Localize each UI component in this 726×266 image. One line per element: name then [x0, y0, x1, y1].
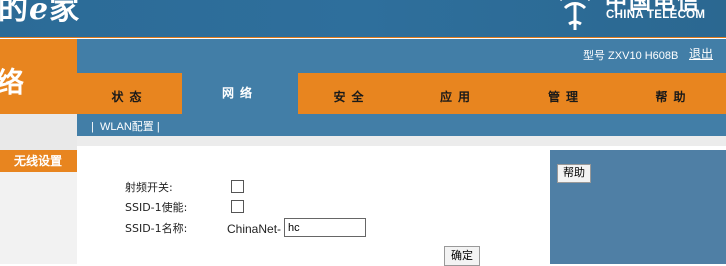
- info-bar: 型号 ZXV10 H608B 退出: [77, 39, 726, 69]
- sidebar-item-wireless-settings[interactable]: 无线设置: [0, 150, 77, 172]
- china-telecom-logo-icon: [560, 0, 590, 30]
- confirm-button[interactable]: 确定: [444, 246, 480, 266]
- ssid1-name-label: SSID-1名称:: [125, 222, 188, 235]
- tab-network[interactable]: 网络: [182, 69, 298, 114]
- tab-help[interactable]: 帮助: [621, 73, 726, 114]
- subnav-item-wlan-config[interactable]: | WLAN配置 |: [91, 118, 160, 134]
- section-title: 络: [0, 66, 25, 99]
- ssid1-enable-label: SSID-1使能:: [125, 201, 188, 214]
- ssid1-name-input[interactable]: [284, 218, 366, 237]
- tab-application[interactable]: 应用: [405, 73, 511, 114]
- brand-logo-text: 的e家: [0, 0, 81, 27]
- radio-switch-label: 射频开关:: [125, 181, 173, 194]
- radio-switch-checkbox[interactable]: [231, 180, 244, 193]
- main-nav: 状态 网络 安全 应用 管理 帮助: [77, 69, 726, 114]
- section-title-block: 络: [0, 39, 77, 114]
- divider-bar: [77, 136, 726, 146]
- sub-nav: | WLAN配置 |: [77, 114, 726, 136]
- ssid1-prefix: ChinaNet-: [227, 222, 282, 236]
- top-banner: 的e家 中国电信 CHINA TELECOM: [0, 0, 726, 38]
- device-model: 型号 ZXV10 H608B: [583, 50, 679, 62]
- tab-security[interactable]: 安全: [298, 73, 405, 114]
- china-telecom-en: CHINA TELECOM: [606, 9, 706, 21]
- banner-divider: [0, 37, 726, 38]
- tab-management[interactable]: 管理: [511, 73, 621, 114]
- ssid1-enable-checkbox[interactable]: [231, 200, 244, 213]
- help-button[interactable]: 帮助: [557, 164, 591, 183]
- logout-link[interactable]: 退出: [689, 45, 713, 62]
- tab-status[interactable]: 状态: [77, 73, 182, 114]
- left-spacer: [0, 114, 77, 150]
